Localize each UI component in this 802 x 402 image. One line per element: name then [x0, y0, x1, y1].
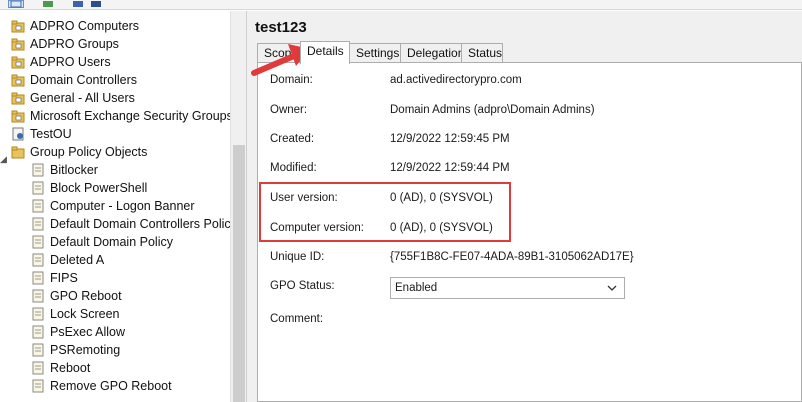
gpo-title: test123	[255, 19, 307, 36]
created-label: Created:	[270, 133, 315, 145]
refresh-icon[interactable]	[40, 0, 56, 8]
tree-gpo-label: Lock Screen	[50, 307, 120, 321]
tab-status[interactable]: Status	[461, 43, 503, 63]
tree-gpo-item[interactable]: Default Domain Policy	[30, 233, 173, 251]
tree-gpo-item[interactable]: FIPS	[30, 269, 78, 287]
comment-label: Comment:	[270, 313, 324, 325]
tab-scope[interactable]: Scope	[257, 43, 302, 63]
ou-folder-icon	[10, 72, 26, 88]
tree-gpo-label: PSRemoting	[50, 343, 121, 357]
tree-gpo-label: GPO Reboot	[50, 289, 122, 303]
modified-value: 12/9/2022 12:59:44 PM	[390, 162, 510, 174]
tree-gpo-label: Reboot	[50, 361, 91, 375]
tree-gpo-item[interactable]: Remove GPO Reboot	[30, 377, 172, 395]
tree-item-microsoft-exchange-security-groups[interactable]: Microsoft Exchange Security Groups	[10, 107, 233, 125]
details-pane: test123 Scope Details Settings Delegatio…	[251, 11, 802, 402]
tree-gpo-item[interactable]: Computer - Logon Banner	[30, 197, 195, 215]
tree-gpo-item[interactable]: PSRemoting	[30, 341, 120, 359]
gpo-container-icon	[10, 144, 26, 160]
owner-value: Domain Admins (adpro\Domain Admins)	[390, 104, 595, 116]
tree-gpo-label: Block PowerShell	[50, 181, 148, 195]
tree-item-general-all-users[interactable]: General - All Users	[10, 89, 135, 107]
tree-gpo-item[interactable]: Bitlocker	[30, 161, 98, 179]
unique-id-label: Unique ID:	[270, 251, 325, 263]
help-icon[interactable]	[70, 0, 86, 8]
gpo-icon	[30, 360, 46, 376]
gpo-icon	[30, 234, 46, 250]
tree-gpo-label: Deleted A	[50, 253, 105, 267]
tree-gpo-item[interactable]: GPO Reboot	[30, 287, 122, 305]
gpo-icon	[30, 180, 46, 196]
gpo-icon	[30, 342, 46, 358]
tree-gpo-item[interactable]: Lock Screen	[30, 305, 119, 323]
gpo-icon	[30, 216, 46, 232]
tree-item-group-policy-objects[interactable]: Group Policy Objects	[10, 143, 147, 161]
tree-gpo-label: Remove GPO Reboot	[50, 379, 172, 393]
ou-folder-icon	[10, 90, 26, 106]
tree-gpo-item[interactable]: Deleted A	[30, 251, 104, 269]
domain-value: ad.activedirectorypro.com	[390, 74, 522, 86]
ou-folder-icon	[10, 54, 26, 70]
tree-item-label: ADPRO Computers	[30, 19, 140, 33]
tree-item-adpro-users[interactable]: ADPRO Users	[10, 53, 111, 71]
gpo-icon	[30, 324, 46, 340]
ou-folder-icon	[10, 108, 26, 124]
tree-gpo-label: Bitlocker	[50, 163, 98, 177]
gpo-icon	[30, 288, 46, 304]
created-value: 12/9/2022 12:59:45 PM	[390, 133, 510, 145]
gpo-status-label: GPO Status:	[270, 280, 335, 292]
tree-gpo-label: FIPS	[50, 271, 78, 285]
gpo-icon	[30, 162, 46, 178]
gpo-icon	[30, 378, 46, 394]
gpo-icon	[30, 270, 46, 286]
tree-item-testou[interactable]: TestOU	[10, 125, 72, 143]
ou-folder-icon	[10, 18, 26, 34]
tree-item-label: General - All Users	[30, 91, 135, 105]
domain-label: Domain:	[270, 74, 313, 86]
tree-gpo-label: Computer - Logon Banner	[50, 199, 195, 213]
unique-id-value: {755F1B8C-FE07-4ADA-89B1-3105062AD17E}	[390, 251, 634, 263]
tree-item-adpro-groups[interactable]: ADPRO Groups	[10, 35, 119, 53]
gpo-icon	[30, 252, 46, 268]
collapse-arrow-icon[interactable]: ◢	[0, 154, 7, 165]
tree-gpo-item[interactable]: Reboot	[30, 359, 90, 377]
computer-version-label: Computer version:	[270, 222, 364, 234]
chevron-down-icon	[606, 281, 618, 295]
tree-gpo-label: Default Domain Controllers Policy	[50, 217, 237, 231]
tree-gpo-item[interactable]: PsExec Allow	[30, 323, 125, 341]
gpo-status-dropdown[interactable]: Enabled	[390, 277, 625, 299]
back-icon[interactable]	[8, 0, 24, 8]
tree-item-label: Microsoft Exchange Security Groups	[30, 109, 233, 123]
tree-item-label: Group Policy Objects	[30, 145, 148, 159]
gpo-link-icon	[10, 126, 26, 142]
gpo-status-value: Enabled	[395, 282, 438, 294]
tree-gpo-item[interactable]: Default Domain Controllers Policy	[30, 215, 237, 233]
console-tree: ADPRO Computers ADPRO Groups ADPRO Users…	[0, 11, 247, 402]
tree-gpo-label: Default Domain Policy	[50, 235, 173, 249]
details-panel: Domain: ad.activedirectorypro.com Owner:…	[257, 62, 802, 402]
tab-settings[interactable]: Settings	[349, 43, 401, 63]
tree-scrollbar[interactable]	[230, 11, 246, 402]
user-version-label: User version:	[270, 192, 338, 204]
computer-version-value: 0 (AD), 0 (SYSVOL)	[390, 222, 493, 234]
ou-folder-icon	[10, 36, 26, 52]
tree-item-label: TestOU	[30, 127, 72, 141]
tree-item-label: Domain Controllers	[30, 73, 137, 87]
toolbar	[0, 0, 802, 10]
tree-item-domain-controllers[interactable]: Domain Controllers	[10, 71, 137, 89]
tree-item-label: ADPRO Groups	[30, 37, 119, 51]
tree-gpo-item[interactable]: Block PowerShell	[30, 179, 147, 197]
tree-item-adpro-computers[interactable]: ADPRO Computers	[10, 17, 139, 35]
modified-label: Modified:	[270, 162, 317, 174]
tab-details[interactable]: Details	[300, 41, 350, 64]
owner-label: Owner:	[270, 104, 308, 116]
list-icon[interactable]	[88, 0, 104, 8]
tree-item-label: ADPRO Users	[30, 55, 111, 69]
tree-gpo-label: PsExec Allow	[50, 325, 126, 339]
gpo-icon	[30, 198, 46, 214]
user-version-value: 0 (AD), 0 (SYSVOL)	[390, 192, 493, 204]
scrollbar-thumb[interactable]	[233, 145, 245, 402]
tab-delegation[interactable]: Delegation	[400, 43, 464, 63]
gpo-icon	[30, 306, 46, 322]
